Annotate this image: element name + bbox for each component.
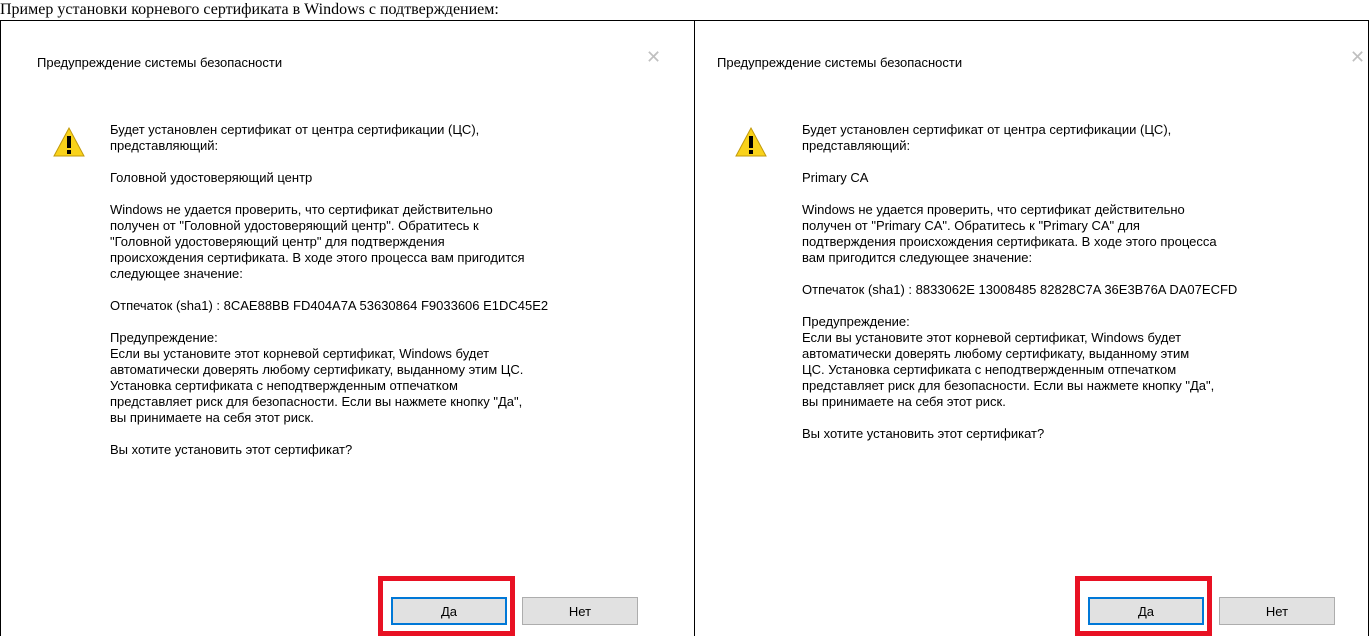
ca-name: Головной удостоверяющий центр [110, 170, 313, 185]
yes-button[interactable]: Да [391, 597, 507, 625]
intro-text: Будет установлен сертификат от центра се… [110, 122, 480, 153]
close-icon[interactable]: ✕ [646, 49, 661, 67]
warning-icon [53, 126, 85, 157]
no-button[interactable]: Нет [522, 597, 638, 625]
dialog-content: Будет установлен сертификат от центра се… [802, 122, 1327, 458]
caption-text: Пример установки корневого сертификата в… [0, 1, 499, 18]
ca-name: Primary CA [802, 170, 869, 185]
thumbprint-text: Отпечаток (sha1) : 8833062E 13008485 828… [802, 282, 1238, 297]
dialog-content: Будет установлен сертификат от центра се… [110, 122, 630, 474]
yes-button[interactable]: Да [1088, 597, 1204, 625]
dialog-title: Предупреждение системы безопасности [37, 55, 283, 70]
no-button[interactable]: Нет [1219, 597, 1335, 625]
verify-text: Windows не удается проверить, что сертиф… [802, 202, 1217, 265]
security-warning-dialog-right: Предупреждение системы безопасности ✕ Бу… [695, 21, 1368, 636]
close-icon[interactable]: ✕ [1350, 49, 1365, 67]
warning-text: Предупреждение: Если вы установите этот … [802, 314, 1215, 409]
thumbprint-text: Отпечаток (sha1) : 8CAE88BB FD404A7A 536… [110, 298, 549, 313]
verify-text: Windows не удается проверить, что сертиф… [110, 202, 525, 281]
security-warning-dialog-left: Предупреждение системы безопасности ✕ Бу… [1, 21, 694, 636]
dialog-title: Предупреждение системы безопасности [717, 55, 963, 70]
warning-icon [735, 126, 767, 157]
question-text: Вы хотите установить этот сертификат? [802, 426, 1045, 441]
question-text: Вы хотите установить этот сертификат? [110, 442, 353, 457]
intro-text: Будет установлен сертификат от центра се… [802, 122, 1172, 153]
warning-text: Предупреждение: Если вы установите этот … [110, 330, 524, 425]
